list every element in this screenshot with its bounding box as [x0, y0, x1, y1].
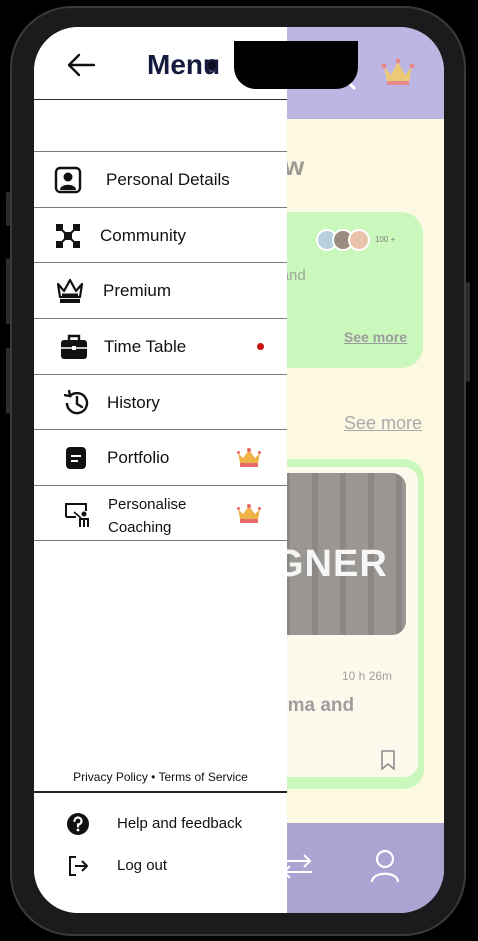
- course-title: gma and: [276, 695, 355, 716]
- menu-item-community[interactable]: Community: [34, 206, 287, 263]
- power-button: [466, 282, 470, 382]
- menu-item-label: Personalise Coaching: [108, 493, 186, 539]
- front-camera: [206, 59, 218, 71]
- policy-links[interactable]: Privacy Policy • Terms of Service: [34, 770, 287, 784]
- briefcase-icon: [61, 334, 87, 360]
- help-label: Help and feedback: [117, 815, 243, 832]
- course-duration: 10 h 26m: [342, 669, 393, 683]
- crown-icon: [56, 279, 84, 304]
- menu-list: Personal Details Community Premium Time …: [34, 151, 287, 541]
- avatar-group: [316, 229, 370, 251]
- avatar-count: 100 +: [375, 235, 396, 244]
- history-icon: [63, 389, 89, 415]
- mute-switch: [6, 192, 10, 226]
- back-arrow-icon[interactable]: [66, 53, 96, 77]
- menu-item-label: Time Table: [104, 337, 187, 357]
- section-see-more-link[interactable]: See more: [344, 413, 422, 434]
- premium-crown-icon: [237, 504, 261, 524]
- menu-item-label: History: [107, 392, 160, 412]
- menu-item-premium[interactable]: Premium: [34, 262, 287, 318]
- premium-crown-icon[interactable]: [381, 57, 415, 87]
- help-and-feedback[interactable]: Help and feedback: [34, 809, 287, 839]
- coaching-icon: [65, 503, 89, 528]
- portfolio-icon: [66, 447, 86, 470]
- notch: [234, 41, 358, 89]
- volume-down-button: [6, 348, 10, 414]
- menu-item-label: Premium: [103, 281, 172, 301]
- thumbnail-word: GNER: [274, 543, 388, 585]
- logout-icon: [69, 856, 88, 876]
- user-square-icon: [54, 166, 82, 194]
- help-icon: [67, 813, 89, 835]
- log-out[interactable]: Log out: [34, 851, 287, 881]
- logout-label: Log out: [117, 857, 168, 874]
- side-drawer: Menu Personal Details Community Premium …: [34, 27, 287, 913]
- community-icon: [56, 223, 80, 248]
- phone-screen: w 100 + shed and See more See more GNER …: [34, 27, 444, 913]
- notification-dot: [257, 343, 264, 351]
- menu-item-personalise-coaching[interactable]: Personalise Coaching: [34, 485, 287, 541]
- section-heading: w: [284, 151, 305, 181]
- menu-item-label: Community: [100, 225, 186, 245]
- menu-item-label: Portfolio: [107, 448, 170, 468]
- menu-item-label-line1: Personalise: [108, 496, 187, 514]
- profile-icon[interactable]: [370, 849, 400, 883]
- menu-item-label-line2: Coaching: [108, 519, 172, 537]
- volume-up-button: [6, 258, 10, 324]
- footer-divider: [34, 791, 287, 793]
- menu-item-personal-details[interactable]: Personal Details: [34, 151, 287, 207]
- menu-item-portfolio[interactable]: Portfolio: [34, 429, 287, 485]
- bookmark-icon[interactable]: [380, 749, 396, 771]
- menu-item-history[interactable]: History: [34, 373, 287, 430]
- premium-crown-icon: [237, 448, 261, 468]
- card-see-more-link[interactable]: See more: [344, 329, 407, 345]
- menu-item-time-table[interactable]: Time Table: [34, 318, 287, 374]
- menu-item-label: Personal Details: [106, 170, 230, 189]
